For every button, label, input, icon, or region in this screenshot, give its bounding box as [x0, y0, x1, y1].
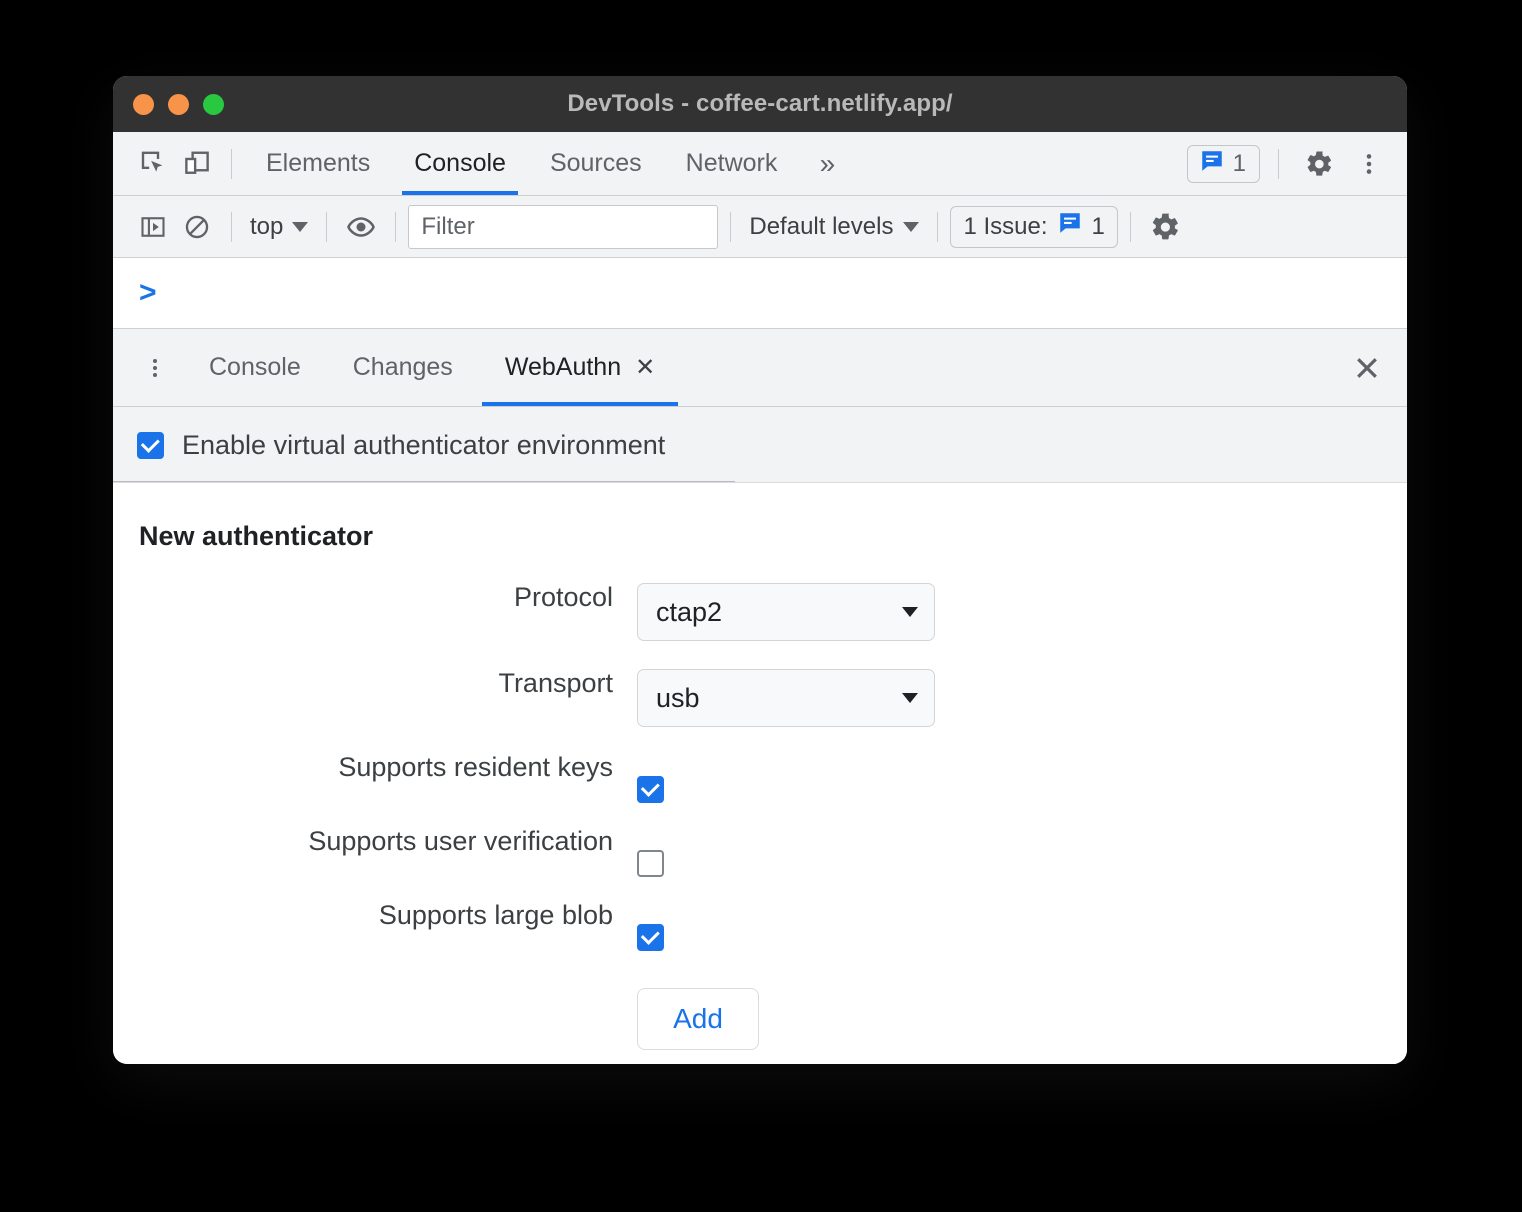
drawer-tab-changes-label: Changes [352, 353, 453, 381]
console-toolbar-divider-4 [730, 211, 732, 242]
drawer-tab-bar: Console Changes WebAuthn ✕ [113, 329, 1407, 407]
window-title: DevTools - coffee-cart.netlify.app/ [567, 90, 953, 117]
check-icon [140, 433, 160, 453]
protocol-select[interactable]: ctap2 [637, 583, 935, 641]
issues-summary-button[interactable]: 1 Issue: 1 [950, 205, 1118, 248]
tab-console[interactable]: Console [392, 132, 528, 195]
close-window-button[interactable] [133, 93, 154, 115]
console-toolbar-divider-5 [937, 211, 939, 242]
more-options-icon[interactable] [1347, 142, 1391, 186]
close-icon[interactable]: ✕ [635, 355, 655, 380]
enable-row-underline [113, 481, 735, 483]
protocol-value: ctap2 [656, 596, 723, 627]
console-toolbar-divider-2 [326, 211, 328, 242]
eye-icon[interactable] [339, 205, 383, 249]
console-prompt-chevron-icon: > [139, 276, 157, 309]
tab-sources[interactable]: Sources [528, 132, 664, 195]
supports-user-verification-label: Supports user verification [308, 826, 613, 856]
check-icon [640, 925, 660, 945]
console-sidebar-icon[interactable] [131, 205, 175, 249]
console-toolbar-divider-1 [231, 211, 232, 242]
gear-icon[interactable] [1143, 205, 1187, 249]
tab-network-label: Network [685, 149, 778, 177]
console-toolbar-divider-3 [395, 211, 397, 242]
toolbar-divider-2 [1278, 148, 1279, 179]
window-titlebar: DevTools - coffee-cart.netlify.app/ [113, 76, 1407, 132]
supports-resident-keys-label: Supports resident keys [338, 752, 613, 782]
chevron-down-icon [902, 693, 918, 703]
supports-user-verification-cell [637, 826, 1407, 900]
issues-count: 1 [1232, 149, 1246, 177]
add-authenticator-button[interactable]: Add [637, 988, 759, 1050]
console-toolbar-divider-6 [1129, 211, 1131, 242]
more-tabs-chevron-icon[interactable]: » [799, 148, 855, 180]
toolbar-divider [231, 148, 232, 179]
enable-virtual-authenticator-checkbox[interactable] [137, 431, 164, 459]
new-authenticator-title: New authenticator [139, 521, 374, 551]
drawer-more-options-icon[interactable] [127, 329, 183, 406]
supports-large-blob-cell [637, 900, 1407, 974]
supports-resident-keys-checkbox[interactable] [637, 775, 664, 803]
issues-message-icon [1057, 210, 1083, 243]
issues-message-icon [1199, 148, 1225, 179]
filter-input[interactable] [408, 204, 719, 249]
supports-large-blob-checkbox[interactable] [637, 923, 664, 951]
transport-value: usb [656, 682, 700, 713]
drawer-tab-changes[interactable]: Changes [327, 329, 479, 406]
transport-label: Transport [498, 668, 613, 698]
supports-user-verification-checkbox[interactable] [637, 849, 664, 877]
tab-elements-label: Elements [266, 149, 371, 177]
issues-badge-count: 1 [1091, 212, 1105, 240]
execution-context-value: top [250, 212, 284, 240]
tab-console-label: Console [414, 149, 506, 177]
log-levels-selector[interactable]: Default levels [743, 213, 925, 241]
minimize-window-button[interactable] [168, 93, 189, 115]
supports-resident-keys-cell [637, 752, 1407, 826]
panel-tab-list: Elements Console Sources Network [244, 132, 799, 195]
check-icon [640, 777, 660, 797]
close-drawer-button[interactable] [1327, 329, 1407, 406]
chevron-down-icon [292, 221, 309, 232]
devtools-window: DevTools - coffee-cart.netlify.app/ Elem… [113, 76, 1407, 1064]
device-toolbar-icon[interactable] [175, 142, 219, 186]
drawer-tab-webauthn[interactable]: WebAuthn ✕ [479, 329, 681, 406]
tab-sources-label: Sources [549, 149, 642, 177]
toolbar-right-group: 1 [1186, 142, 1391, 186]
console-output-area[interactable]: > [113, 258, 1407, 329]
gear-icon[interactable] [1297, 142, 1341, 186]
console-filter-toolbar: top Default levels 1 Issue: [113, 196, 1407, 258]
supports-large-blob-label: Supports large blob [378, 900, 613, 930]
transport-select[interactable]: usb [637, 669, 935, 727]
chevron-down-icon [903, 221, 920, 232]
issues-counter-button[interactable]: 1 [1186, 144, 1260, 183]
maximize-window-button[interactable] [203, 93, 224, 115]
tab-elements[interactable]: Elements [244, 132, 392, 195]
screenshot-root: DevTools - coffee-cart.netlify.app/ Elem… [0, 0, 1522, 1212]
enable-virtual-authenticator-label: Enable virtual authenticator environment [182, 429, 666, 460]
log-levels-value: Default levels [749, 212, 894, 240]
enable-virtual-authenticator-row[interactable]: Enable virtual authenticator environment [113, 407, 1407, 483]
devtools-main-toolbar: Elements Console Sources Network » 1 [113, 132, 1407, 196]
chevron-down-icon [902, 607, 918, 617]
new-authenticator-form: Protocol ctap2 Transport usb Supports re… [113, 582, 1407, 1050]
drawer-tab-webauthn-label: WebAuthn [504, 353, 622, 381]
form-spacer-2 [113, 728, 1407, 752]
inspect-element-icon[interactable] [131, 142, 175, 186]
drawer-tab-console[interactable]: Console [183, 329, 327, 406]
protocol-label: Protocol [513, 582, 613, 612]
add-button-cell: Add [637, 974, 1407, 1050]
traffic-light-group [133, 76, 224, 132]
clear-console-icon[interactable] [175, 205, 219, 249]
form-spacer-1 [113, 642, 1407, 668]
drawer-tab-console-label: Console [209, 353, 301, 381]
webauthn-panel-body: New authenticator Protocol ctap2 Transpo… [113, 483, 1407, 1064]
tab-network[interactable]: Network [664, 132, 800, 195]
execution-context-selector[interactable]: top [244, 213, 314, 241]
protocol-select-cell: ctap2 [637, 582, 1407, 642]
issues-summary-label: 1 Issue: [963, 212, 1048, 240]
transport-select-cell: usb [637, 668, 1407, 728]
